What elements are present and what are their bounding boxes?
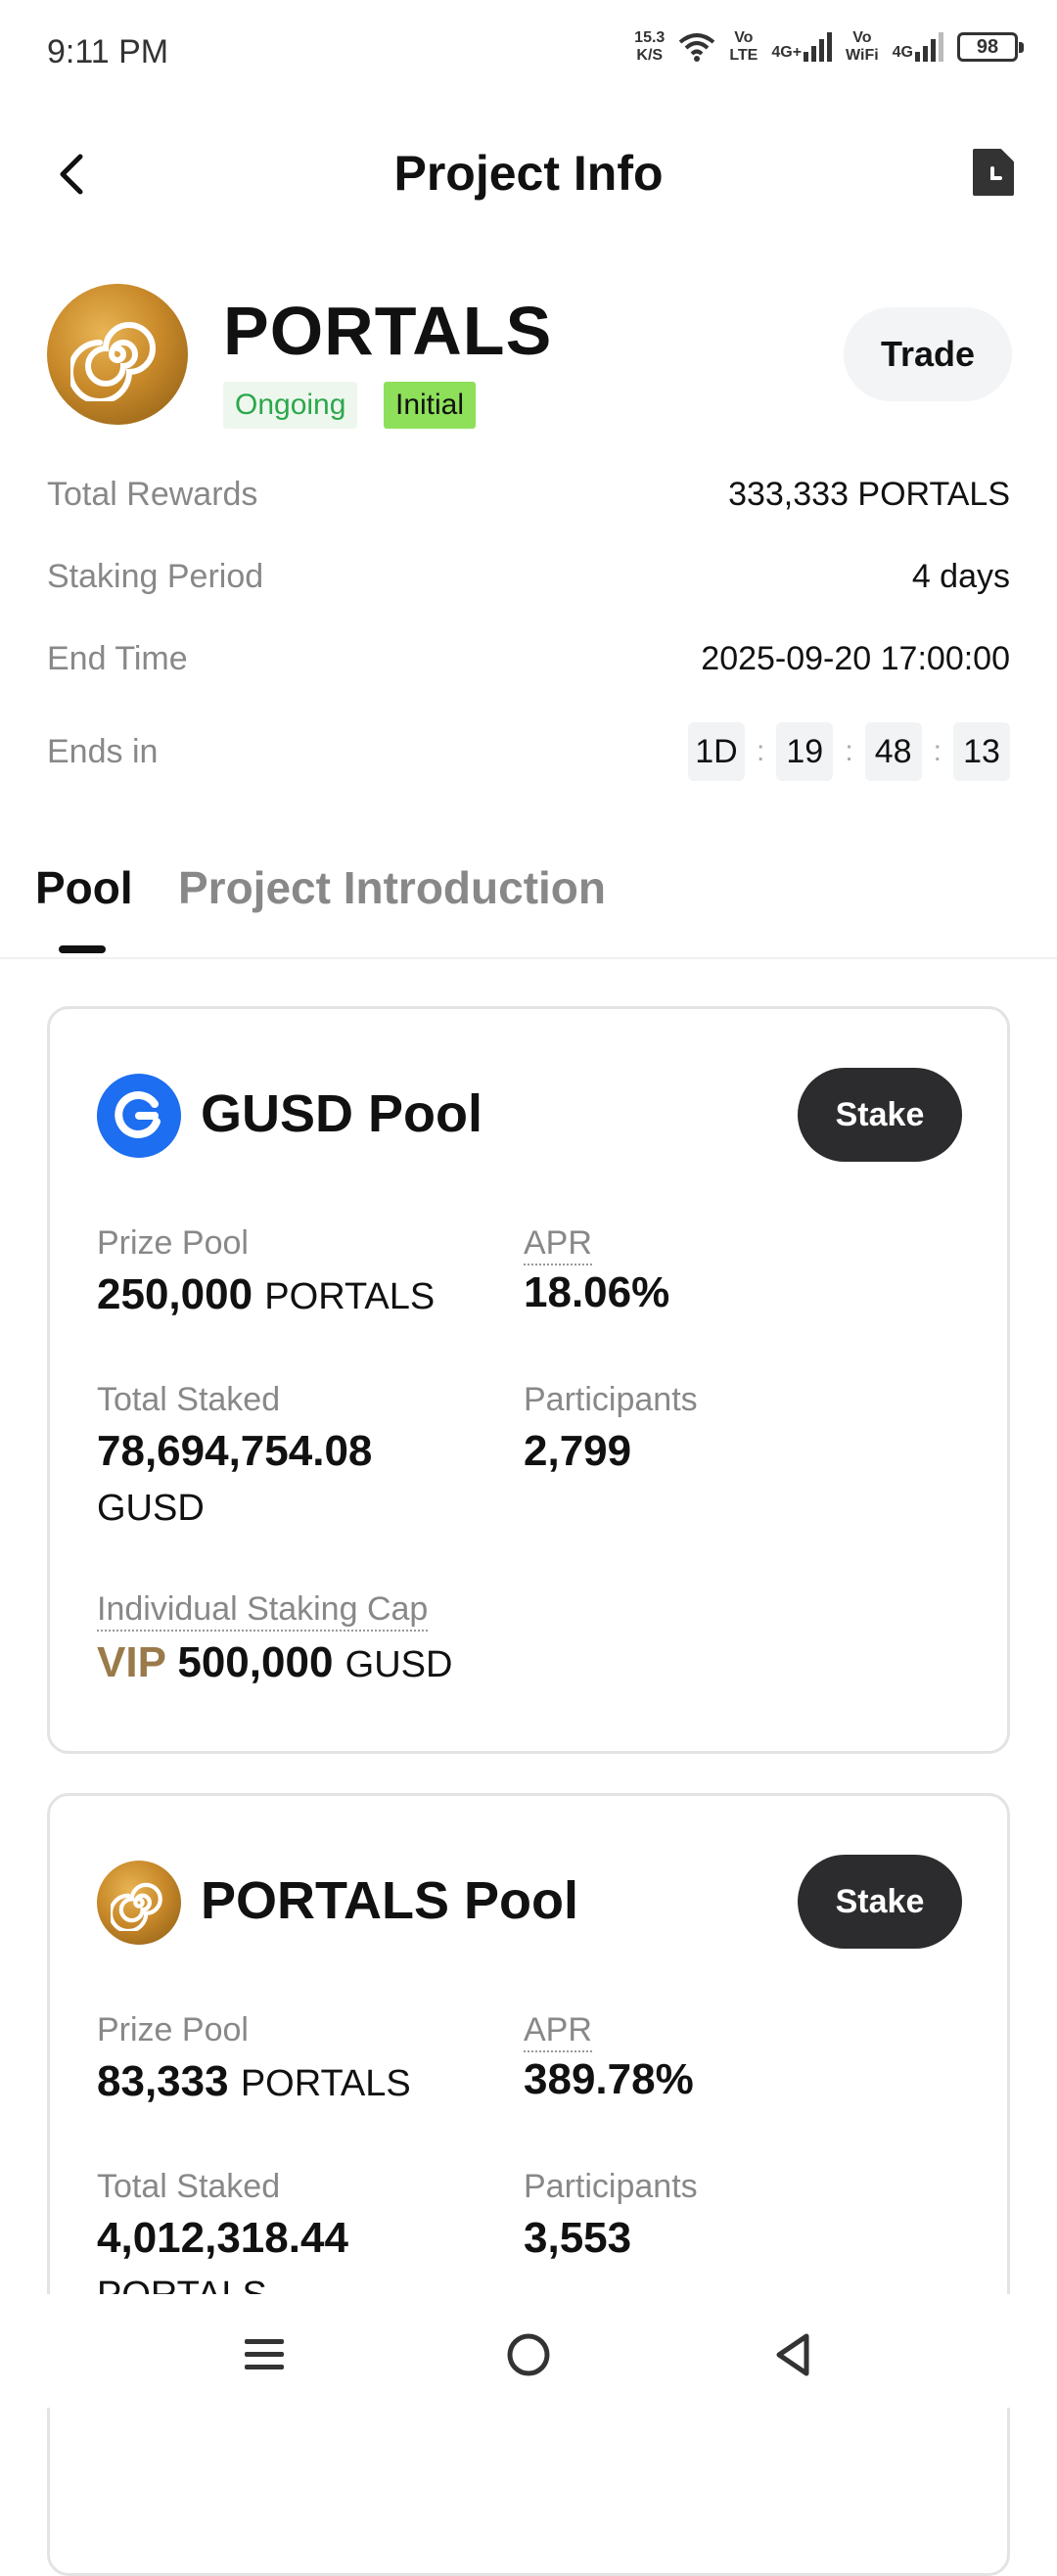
pool-title: GUSD Pool	[201, 1084, 483, 1143]
signal-4g: 4G	[893, 32, 943, 62]
prize-pool-value: 83,333 PORTALS	[97, 2057, 411, 2105]
signal-4g-plus: 4G+	[771, 32, 833, 62]
total-staked-label: Total Staked	[97, 1381, 281, 1418]
active-tab-indicator	[59, 945, 106, 953]
spiral-icon	[70, 322, 156, 401]
stage-badge: Initial	[384, 382, 477, 429]
gusd-pool-card: GUSD Pool Stake Prize Pool 250,000 PORTA…	[47, 1006, 1010, 1754]
home-circle-icon	[507, 2333, 550, 2376]
total-staked-value: 78,694,754.08	[97, 1427, 373, 1475]
apr-label[interactable]: APR	[524, 2011, 592, 2052]
countdown: 1D : 19 : 48 : 13	[687, 722, 1010, 781]
total-rewards-label: Total Rewards	[47, 476, 258, 513]
document-clock-icon	[973, 149, 1014, 196]
staking-period-row: Staking Period 4 days	[47, 558, 1010, 596]
countdown-separator: :	[933, 735, 942, 767]
tab-project-introduction[interactable]: Project Introduction	[178, 861, 606, 914]
nav-home-button[interactable]	[489, 2316, 568, 2394]
prize-pool-label: Prize Pool	[97, 2011, 249, 2048]
participants-label: Participants	[524, 2168, 698, 2205]
ends-in-row: Ends in 1D : 19 : 48 : 13	[47, 722, 1010, 781]
countdown-separator: :	[756, 735, 765, 767]
signal-bars-icon	[915, 32, 943, 62]
staking-period-value: 4 days	[911, 558, 1010, 595]
staking-cap-label[interactable]: Individual Staking Cap	[97, 1590, 429, 1632]
status-time: 9:11 PM	[47, 33, 169, 70]
countdown-days: 1D	[687, 722, 745, 781]
end-time-label: End Time	[47, 640, 188, 677]
total-staked-label: Total Staked	[97, 2168, 281, 2205]
staking-period-label: Staking Period	[47, 558, 264, 595]
nav-menu-button[interactable]	[225, 2316, 303, 2394]
vowifi-indicator: Vo WiFi	[846, 29, 879, 64]
portals-icon	[97, 1861, 181, 1945]
volte-indicator: Vo LTE	[729, 29, 758, 64]
participants-value: 3,553	[524, 2214, 632, 2262]
prize-pool-value: 250,000 PORTALS	[97, 1270, 436, 1318]
total-staked-value: 4,012,318.44	[97, 2214, 348, 2262]
status-icons: 15.3 K/S Vo LTE 4G+ Vo WiFi 4G 98	[634, 29, 1024, 65]
wifi-icon	[679, 33, 715, 62]
battery-icon: 98	[957, 32, 1024, 62]
gusd-logo-icon	[115, 1091, 161, 1138]
portals-logo	[47, 284, 188, 425]
trade-button[interactable]: Trade	[844, 307, 1012, 401]
stake-button[interactable]: Stake	[798, 1855, 962, 1949]
tab-pool[interactable]: Pool	[35, 861, 133, 914]
portals-pool-card: PORTALS Pool Stake Prize Pool 83,333 POR…	[47, 1793, 1010, 2576]
countdown-hours: 19	[776, 722, 834, 781]
prize-pool-label: Prize Pool	[97, 1224, 249, 1262]
total-rewards-row: Total Rewards 333,333 PORTALS	[47, 476, 1010, 514]
countdown-minutes: 48	[864, 722, 922, 781]
total-rewards-value: 333,333 PORTALS	[728, 476, 1010, 513]
apr-value: 18.06%	[524, 1268, 670, 1316]
countdown-separator: :	[845, 735, 853, 767]
tab-divider	[0, 957, 1057, 959]
ends-in-label: Ends in	[47, 732, 159, 770]
nav-back-button[interactable]	[754, 2316, 832, 2394]
participants-value: 2,799	[524, 1427, 632, 1475]
menu-icon	[245, 2339, 284, 2369]
status-badge: Ongoing	[223, 382, 358, 429]
spiral-icon	[111, 1882, 162, 1931]
pool-title: PORTALS Pool	[201, 1871, 578, 1930]
apr-value: 389.78%	[524, 2055, 694, 2103]
end-time-value: 2025-09-20 17:00:00	[701, 640, 1010, 677]
vip-tag: VIP	[97, 1638, 166, 1686]
document-button[interactable]	[971, 147, 1016, 198]
stake-button[interactable]: Stake	[798, 1068, 962, 1162]
signal-bars-icon	[804, 32, 833, 62]
participants-label: Participants	[524, 1381, 698, 1418]
back-triangle-icon	[776, 2333, 809, 2376]
network-speed: 15.3 K/S	[634, 29, 666, 64]
countdown-seconds: 13	[953, 722, 1010, 781]
end-time-row: End Time 2025-09-20 17:00:00	[47, 640, 1010, 678]
total-staked-unit: GUSD	[97, 1488, 205, 1529]
apr-label[interactable]: APR	[524, 1224, 592, 1265]
staking-cap-value: VIP 500,000 GUSD	[97, 1638, 453, 1686]
gusd-icon	[97, 1074, 181, 1158]
project-name: PORTALS	[223, 293, 553, 369]
page-title: Project Info	[393, 146, 664, 201]
system-nav-bar	[0, 2294, 1057, 2408]
